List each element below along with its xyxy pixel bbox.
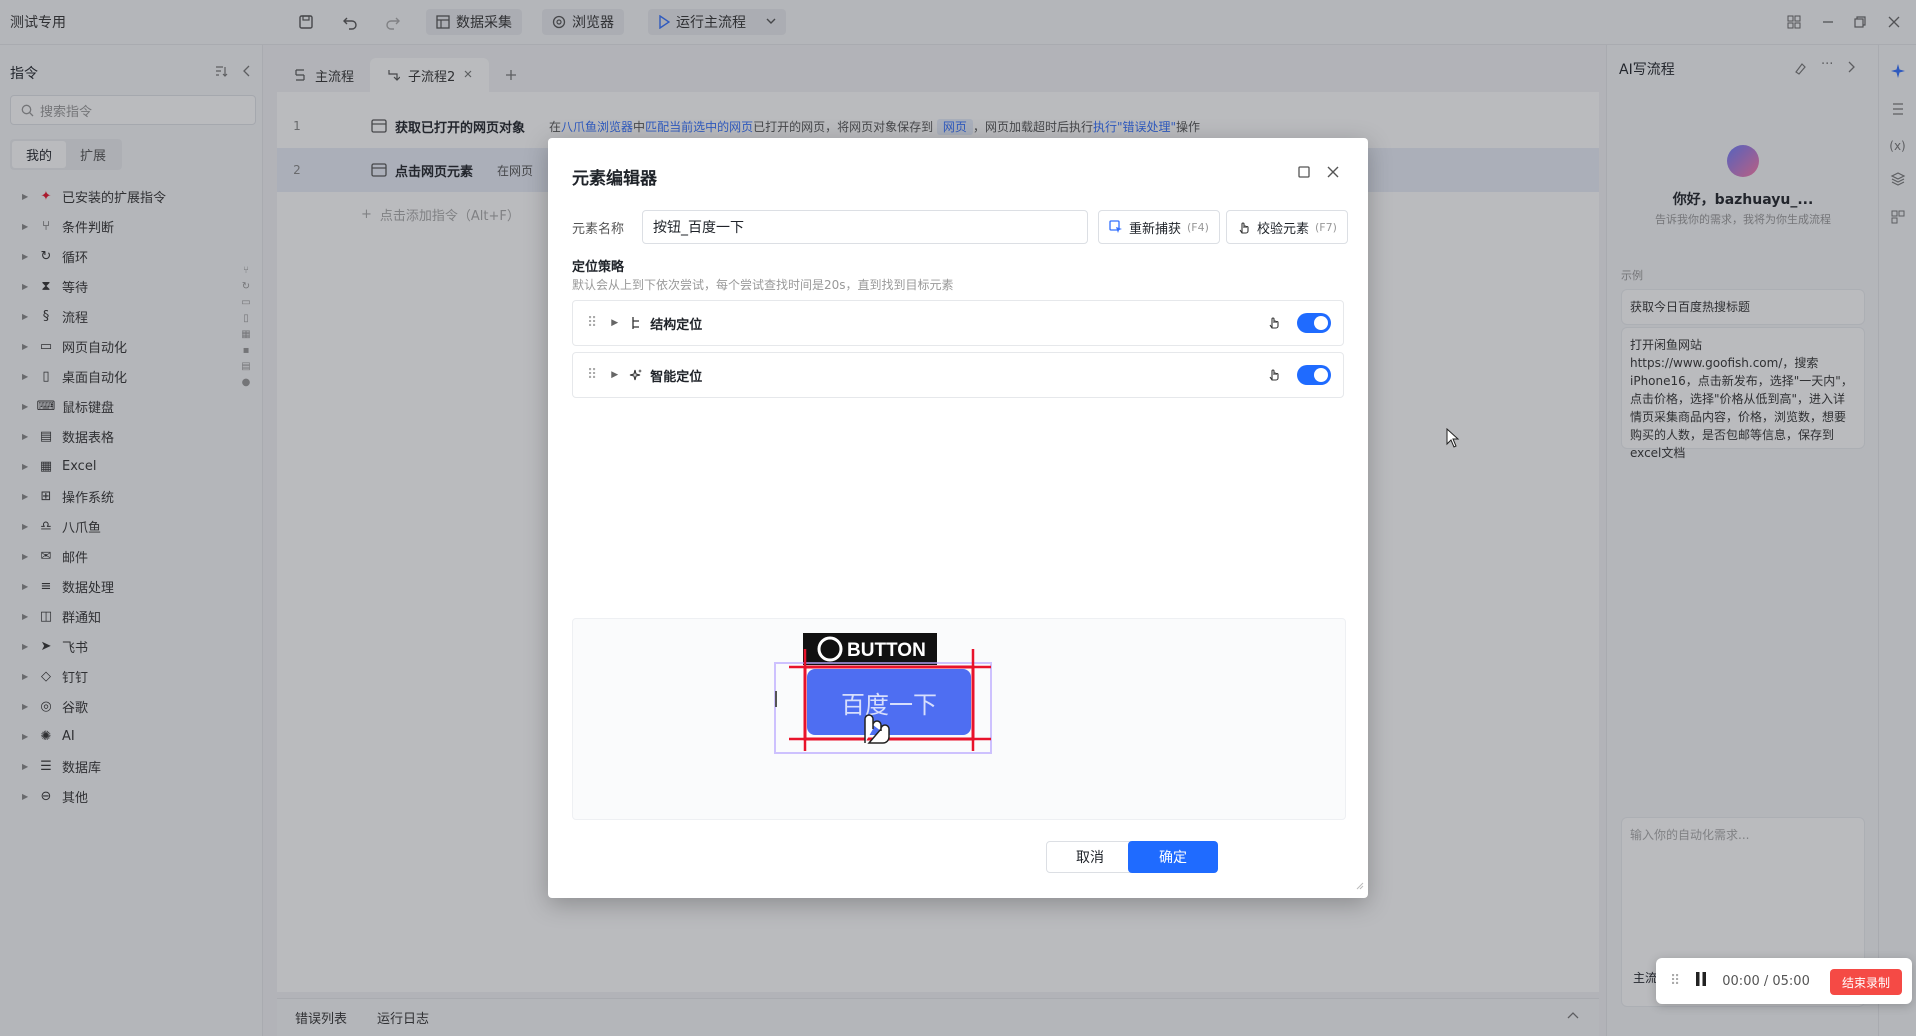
strategy-toggle[interactable]	[1297, 313, 1331, 333]
expand-caret-icon[interactable]: ▶	[611, 318, 618, 328]
dialog-title: 元素编辑器	[572, 169, 657, 189]
strategy-item-structure[interactable]: ⠿ ▶ 结构定位	[572, 300, 1344, 346]
close-icon[interactable]	[1326, 165, 1340, 183]
smart-sparkle-icon	[628, 367, 644, 383]
element-button-label: 百度一下	[841, 691, 937, 719]
strategy-toggle[interactable]	[1297, 365, 1331, 385]
stop-recording-button[interactable]: 结束录制	[1829, 969, 1902, 995]
strategy-description: 默认会从上到下依次尝试，每个尝试查找时间是20s，直到找到目标元素	[572, 278, 954, 292]
strategy-item-smart[interactable]: ⠿ ▶ 智能定位	[572, 352, 1344, 398]
mouse-cursor-icon	[1446, 427, 1460, 452]
verify-element-button[interactable]: 校验元素 (F7)	[1226, 210, 1348, 244]
element-tag-label: BUTTON	[847, 640, 926, 661]
resize-handle-icon[interactable]	[1356, 879, 1364, 894]
drag-handle-icon[interactable]: ⠿	[587, 367, 597, 383]
recording-timer: 00:00 / 05:00	[1722, 973, 1810, 989]
element-editor-dialog: 元素编辑器 元素名称 按钮_百度一下 重新捕获 (F4) 校验元素 (F7) 定…	[548, 138, 1368, 898]
structure-tree-icon	[628, 315, 644, 331]
pause-icon[interactable]	[1694, 971, 1708, 991]
confirm-button[interactable]: 确定	[1128, 841, 1218, 873]
recapture-shortcut: (F4)	[1187, 220, 1209, 234]
recapture-button[interactable]: 重新捕获 (F4)	[1098, 210, 1220, 244]
snapshot-image: BUTTON 百度一下	[774, 633, 992, 754]
drag-handle-icon[interactable]: ⠿	[587, 315, 597, 331]
recapture-icon	[1109, 220, 1122, 233]
drag-handle-icon[interactable]: ⠿	[1670, 973, 1680, 989]
expand-caret-icon[interactable]: ▶	[611, 370, 618, 380]
cancel-button[interactable]: 取消	[1046, 841, 1134, 873]
verify-shortcut: (F7)	[1315, 220, 1337, 234]
strategy-label: 智能定位	[650, 369, 703, 385]
maximize-icon[interactable]	[1298, 166, 1310, 182]
verify-strategy-icon[interactable]	[1267, 367, 1281, 385]
element-name-input[interactable]: 按钮_百度一下	[642, 210, 1088, 244]
verify-strategy-icon[interactable]	[1267, 315, 1281, 333]
strategy-label: 结构定位	[650, 317, 703, 333]
element-name-label: 元素名称	[572, 222, 625, 237]
pointer-hand-icon	[1239, 222, 1249, 234]
recording-widget: ⠿ 00:00 / 05:00 结束录制	[1656, 958, 1912, 1004]
element-snapshot-preview: BUTTON 百度一下	[572, 618, 1346, 820]
verify-label: 校验元素	[1257, 221, 1310, 237]
recapture-label: 重新捕获	[1129, 221, 1182, 237]
strategy-title: 定位策略	[572, 260, 625, 275]
